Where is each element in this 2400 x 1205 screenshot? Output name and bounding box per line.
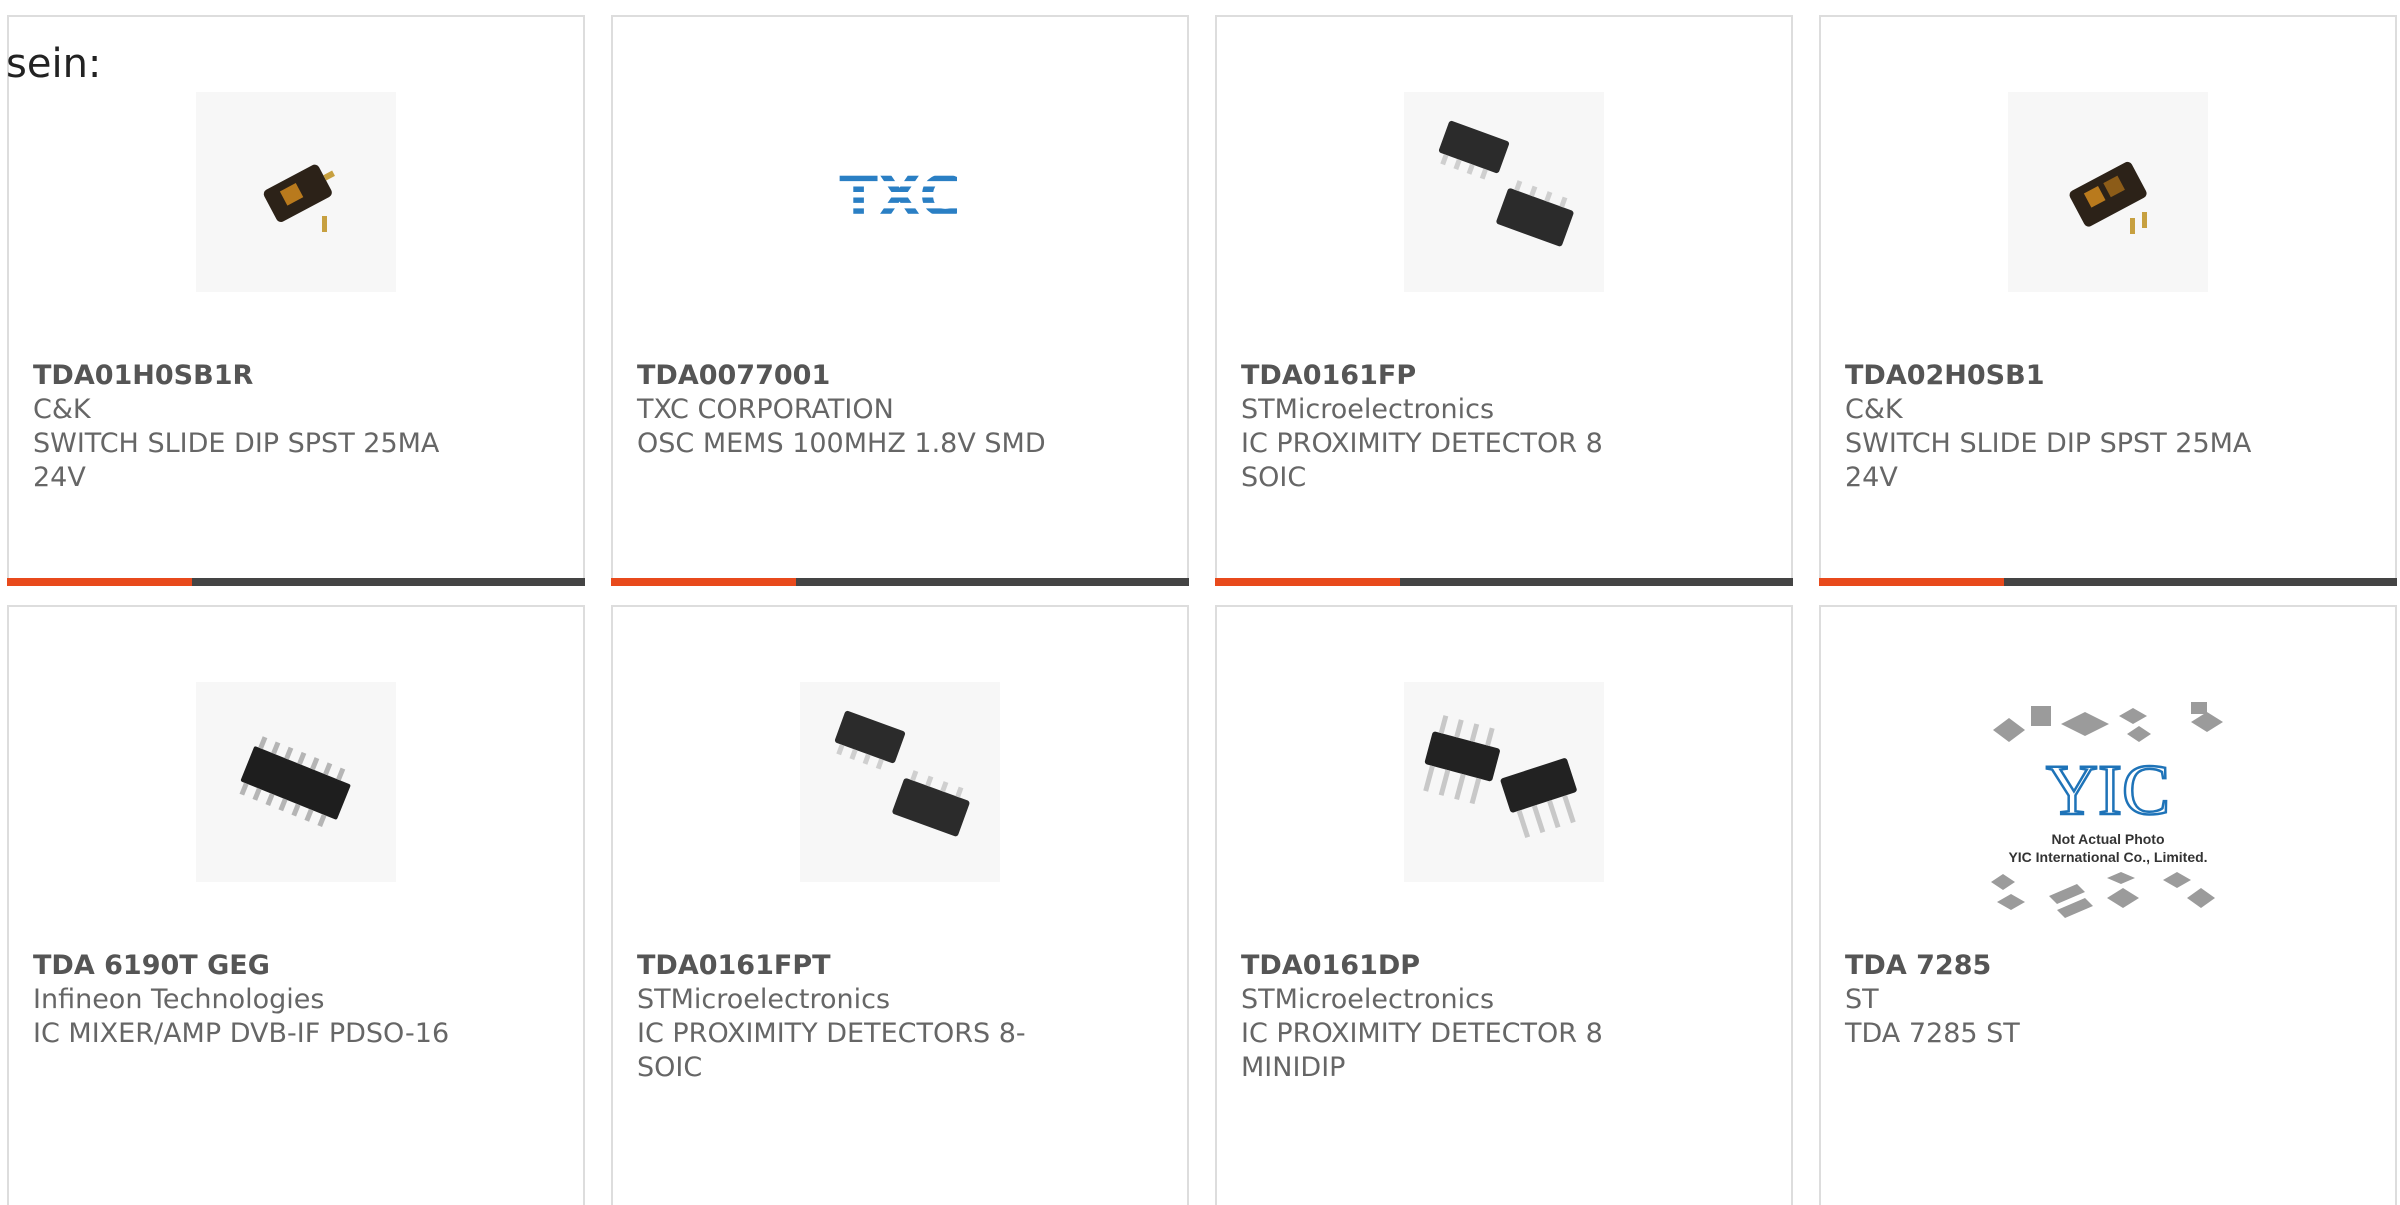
description: TDA 7285 ST (1845, 1018, 2020, 1049)
product-grid: TDA01H0SB1R C&K SWITCH SLIDE DIP SPST 25… (0, 0, 2400, 1205)
product-image-txc-logo[interactable]: TXC (800, 92, 1000, 292)
manufacturer: Infineon Technologies (33, 984, 325, 1015)
description: IC PROXIMITY DETECTOR 8 MINIDIP (1241, 1018, 1603, 1083)
yic-company-text: YIC International Co., Limited. (2008, 849, 2207, 865)
part-number[interactable]: TDA0161DP (1241, 949, 1671, 983)
card-bar-fill (7, 578, 192, 586)
yic-logo-text: YIC (2046, 750, 2170, 830)
not-actual-photo-text: Not Actual Photo (2051, 831, 2164, 847)
manufacturer: TXC CORPORATION (637, 394, 894, 425)
txc-logo-text: TXC (839, 165, 960, 230)
card-bar (7, 578, 585, 586)
product-card[interactable]: TDA 6190T GEG Infineon Technologies IC M… (7, 605, 585, 1205)
description: IC PROXIMITY DETECTORS 8-SOIC (637, 1018, 1026, 1083)
product-card[interactable]: TXC TDA0077001 TXC CORPORATION OSC MEMS … (611, 15, 1189, 586)
part-number[interactable]: TDA0077001 (637, 359, 1067, 393)
description: IC PROXIMITY DETECTOR 8 SOIC (1241, 428, 1603, 493)
card-bar-fill (1215, 578, 1400, 586)
product-card[interactable]: TDA0161FP STMicroelectronics IC PROXIMIT… (1215, 15, 1793, 586)
product-image-dip-switch[interactable] (2008, 92, 2208, 292)
manufacturer: STMicroelectronics (1241, 984, 1495, 1015)
part-number[interactable]: TDA0161FP (1241, 359, 1671, 393)
description: SWITCH SLIDE DIP SPST 25MA 24V (33, 428, 440, 493)
card-bar-fill (611, 578, 796, 586)
product-image-dip-switch[interactable] (196, 92, 396, 292)
intro-text: sein: (6, 41, 102, 87)
part-number[interactable]: TDA 7285 (1845, 949, 2275, 983)
description: OSC MEMS 100MHZ 1.8V SMD (637, 428, 1046, 459)
product-card[interactable]: TDA0161FPT STMicroelectronics IC PROXIMI… (611, 605, 1189, 1205)
manufacturer: STMicroelectronics (1241, 394, 1495, 425)
product-image-dip-chips[interactable] (1404, 682, 1604, 882)
product-card[interactable]: TDA01H0SB1R C&K SWITCH SLIDE DIP SPST 25… (7, 15, 585, 586)
product-card[interactable]: YIC Not Actual Photo YIC International C… (1819, 605, 2397, 1205)
manufacturer: STMicroelectronics (637, 984, 891, 1015)
product-image-pdso-chip[interactable] (196, 682, 396, 882)
card-bar (1819, 578, 2397, 586)
product-image-soic-chips[interactable] (800, 682, 1000, 882)
card-bar (1215, 578, 1793, 586)
product-image-yic-placeholder[interactable]: YIC Not Actual Photo YIC International C… (1973, 692, 2243, 932)
part-number[interactable]: TDA0161FPT (637, 949, 1067, 983)
description: IC MIXER/AMP DVB-IF PDSO-16 (33, 1018, 450, 1049)
manufacturer: C&K (1845, 394, 1903, 425)
description: SWITCH SLIDE DIP SPST 25MA 24V (1845, 428, 2252, 493)
part-number[interactable]: TDA 6190T GEG (33, 949, 463, 983)
product-image-soic-chips[interactable] (1404, 92, 1604, 292)
part-number[interactable]: TDA02H0SB1 (1845, 359, 2275, 393)
product-card[interactable]: TDA0161DP STMicroelectronics IC PROXIMIT… (1215, 605, 1793, 1205)
manufacturer: ST (1845, 984, 1879, 1015)
product-card[interactable]: TDA02H0SB1 C&K SWITCH SLIDE DIP SPST 25M… (1819, 15, 2397, 586)
manufacturer: C&K (33, 394, 91, 425)
part-number[interactable]: TDA01H0SB1R (33, 359, 463, 393)
card-bar-fill (1819, 578, 2004, 586)
card-bar (611, 578, 1189, 586)
